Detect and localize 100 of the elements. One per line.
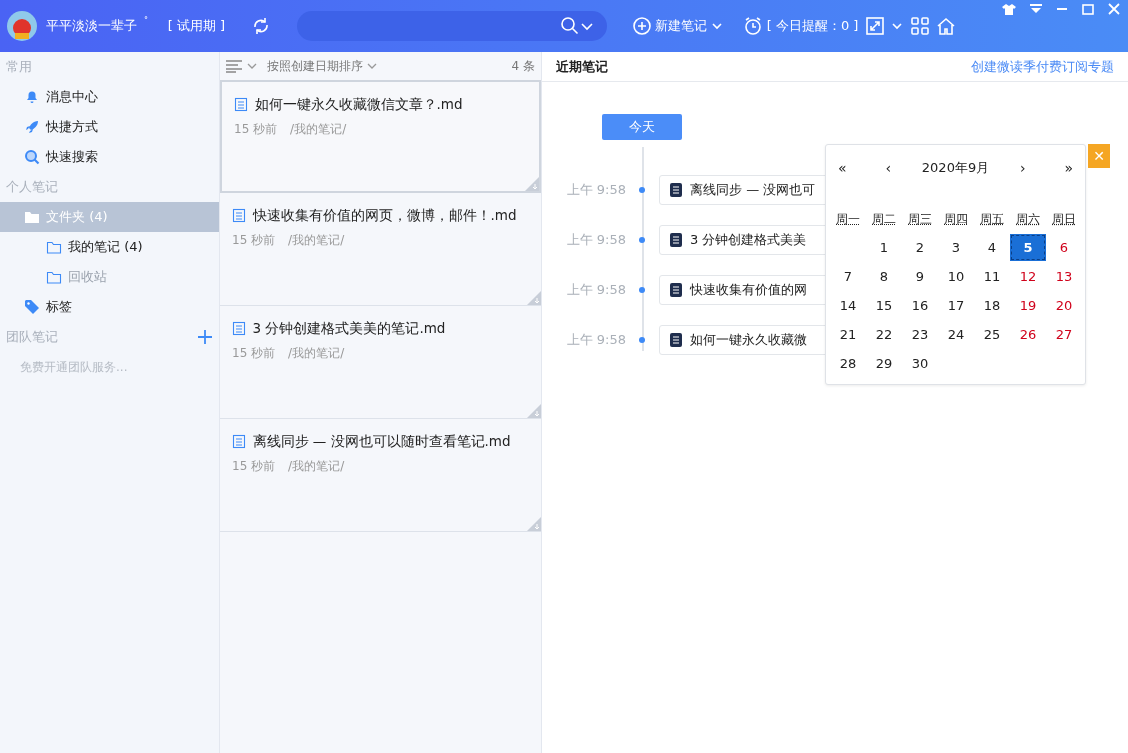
prev-month-button[interactable]: ‹ — [877, 157, 899, 179]
document-icon — [232, 207, 246, 223]
note-title: 快速收集有价值的网 — [690, 280, 807, 299]
document-icon — [232, 433, 246, 449]
note-title: 离线同步 — 没网也可以随时查看笔记.md — [252, 432, 511, 451]
folder-icon — [46, 269, 62, 285]
document-icon — [670, 232, 682, 247]
chevron-icon — [711, 20, 724, 32]
expand-icon[interactable] — [864, 16, 885, 36]
calendar-day[interactable]: 25 — [974, 321, 1010, 348]
calendar-day[interactable]: 30 — [902, 350, 938, 377]
document-icon — [670, 282, 682, 297]
plus-icon[interactable] — [197, 329, 213, 345]
calendar-day[interactable]: 10 — [938, 263, 974, 290]
note-title: 3 分钟创建格式美美 — [690, 230, 807, 249]
grid-icon[interactable] — [909, 16, 930, 36]
weekday-label: 周五 — [979, 211, 1005, 228]
note-path: /我的笔记/ — [290, 121, 347, 139]
calendar-day[interactable]: 12 — [1010, 263, 1046, 290]
hint-text: 免费开通团队服务... — [19, 359, 129, 376]
menu-icon[interactable] — [1030, 4, 1042, 14]
note-time: 15 秒前 — [234, 121, 278, 139]
note-title: 快速收集有价值的网页，微博，邮件！.md — [252, 206, 517, 225]
folder-icon — [24, 209, 40, 225]
status-mark: ˚ — [143, 15, 149, 29]
folder-icon — [46, 239, 62, 255]
note-time: 15 秒前 — [232, 232, 276, 250]
calendar-day[interactable]: 29 — [866, 350, 902, 377]
bell-icon — [24, 89, 40, 105]
sidebar-item[interactable]: 我的笔记 (4) — [0, 232, 219, 262]
entry-time: 上午 9:58 — [565, 230, 627, 249]
calendar-day[interactable]: 5 — [1010, 234, 1046, 261]
month-title: 2020年9月 — [921, 159, 990, 178]
calendar-day[interactable]: 1 — [866, 234, 902, 261]
document-icon — [232, 320, 246, 336]
alarm-clock-icon — [742, 16, 763, 36]
note-title: 如何一键永久收藏微信文章？.md — [254, 95, 463, 114]
calendar-day[interactable]: 18 — [974, 292, 1010, 319]
note-count: 4 条 — [511, 58, 535, 75]
reminder-button[interactable]: [ 今日提醒：0 ] — [742, 16, 859, 36]
rocket-icon — [24, 119, 40, 135]
plan-label: [ 试用期 ] — [167, 17, 226, 36]
calendar-day[interactable]: 23 — [902, 321, 938, 348]
weekday-label: 周二 — [871, 211, 897, 228]
calendar-day[interactable]: 8 — [866, 263, 902, 290]
home-icon[interactable] — [936, 16, 957, 36]
section-title: 常用 — [6, 58, 32, 77]
timeline-dot — [639, 236, 645, 243]
calendar-day[interactable]: 16 — [902, 292, 938, 319]
maximize-icon[interactable] — [1082, 3, 1094, 15]
calendar-day[interactable]: 19 — [1010, 292, 1046, 319]
sidebar-item[interactable]: 消息中心 — [0, 82, 219, 112]
avatar — [6, 11, 37, 41]
note-time: 15 秒前 — [232, 458, 276, 476]
sidebar-item[interactable]: 快捷方式 — [0, 112, 219, 142]
chevron-icon[interactable] — [891, 20, 904, 32]
weekday-label: 周四 — [943, 211, 969, 228]
document-icon — [670, 182, 682, 197]
note-path: /我的笔记/ — [288, 458, 345, 476]
calendar-day[interactable]: 27 — [1046, 321, 1082, 348]
subscription-link[interactable]: 创建微读季付费订阅专题 — [971, 56, 1114, 77]
document-icon — [234, 96, 248, 112]
timeline-dot — [639, 336, 645, 343]
note-item[interactable]: 如何一键永久收藏微信文章？.md 15 秒前 /我的笔记/ — [220, 80, 541, 193]
calendar-day[interactable]: 13 — [1046, 263, 1082, 290]
timeline-dot — [639, 186, 645, 193]
search-field[interactable] — [297, 11, 608, 41]
calendar-day[interactable]: 24 — [938, 321, 974, 348]
calendar-day[interactable]: 11 — [974, 263, 1010, 290]
calendar-day[interactable]: 26 — [1010, 321, 1046, 348]
next-year-button[interactable]: » — [1056, 157, 1081, 179]
calendar-day[interactable]: 20 — [1046, 292, 1082, 319]
new-note-button[interactable]: 新建笔记 — [633, 16, 724, 36]
close-icon[interactable] — [1108, 3, 1120, 15]
calendar-day[interactable]: 17 — [938, 292, 974, 319]
weekday-label: 周日 — [1051, 211, 1077, 228]
resize-corner-icon — [525, 177, 539, 191]
calendar-day[interactable]: 2 — [902, 234, 938, 261]
note-title: 离线同步 — 没网也可 — [690, 180, 816, 199]
sidebar-item[interactable]: 标签 — [0, 292, 219, 322]
note-path: /我的笔记/ — [288, 345, 345, 363]
next-month-button[interactable]: › — [1012, 157, 1034, 179]
chevron-icon — [367, 61, 377, 71]
list-icon[interactable] — [226, 59, 244, 73]
calendar-day[interactable]: 3 — [938, 234, 974, 261]
calendar-day[interactable]: 9 — [902, 263, 938, 290]
weekday-label: 周三 — [907, 211, 933, 228]
entry-time: 上午 9:58 — [565, 280, 627, 299]
chevron-icon[interactable] — [247, 61, 258, 71]
section-title: 团队笔记 — [6, 328, 58, 347]
note-title: 3 分钟创建格式美美的笔记.md — [252, 319, 446, 338]
pane-title: 近期笔记 — [556, 57, 608, 76]
calendar-day[interactable]: 15 — [866, 292, 902, 319]
sidebar-item[interactable]: 快速搜索 — [0, 142, 219, 172]
calendar-day[interactable]: 4 — [974, 234, 1010, 261]
plus-circle-icon — [633, 17, 652, 35]
calendar-day[interactable]: 22 — [866, 321, 902, 348]
shirt-icon[interactable] — [1002, 3, 1016, 15]
sort-button[interactable]: 按照创建日期排序 — [267, 57, 377, 75]
calendar-day[interactable]: 6 — [1046, 234, 1082, 261]
